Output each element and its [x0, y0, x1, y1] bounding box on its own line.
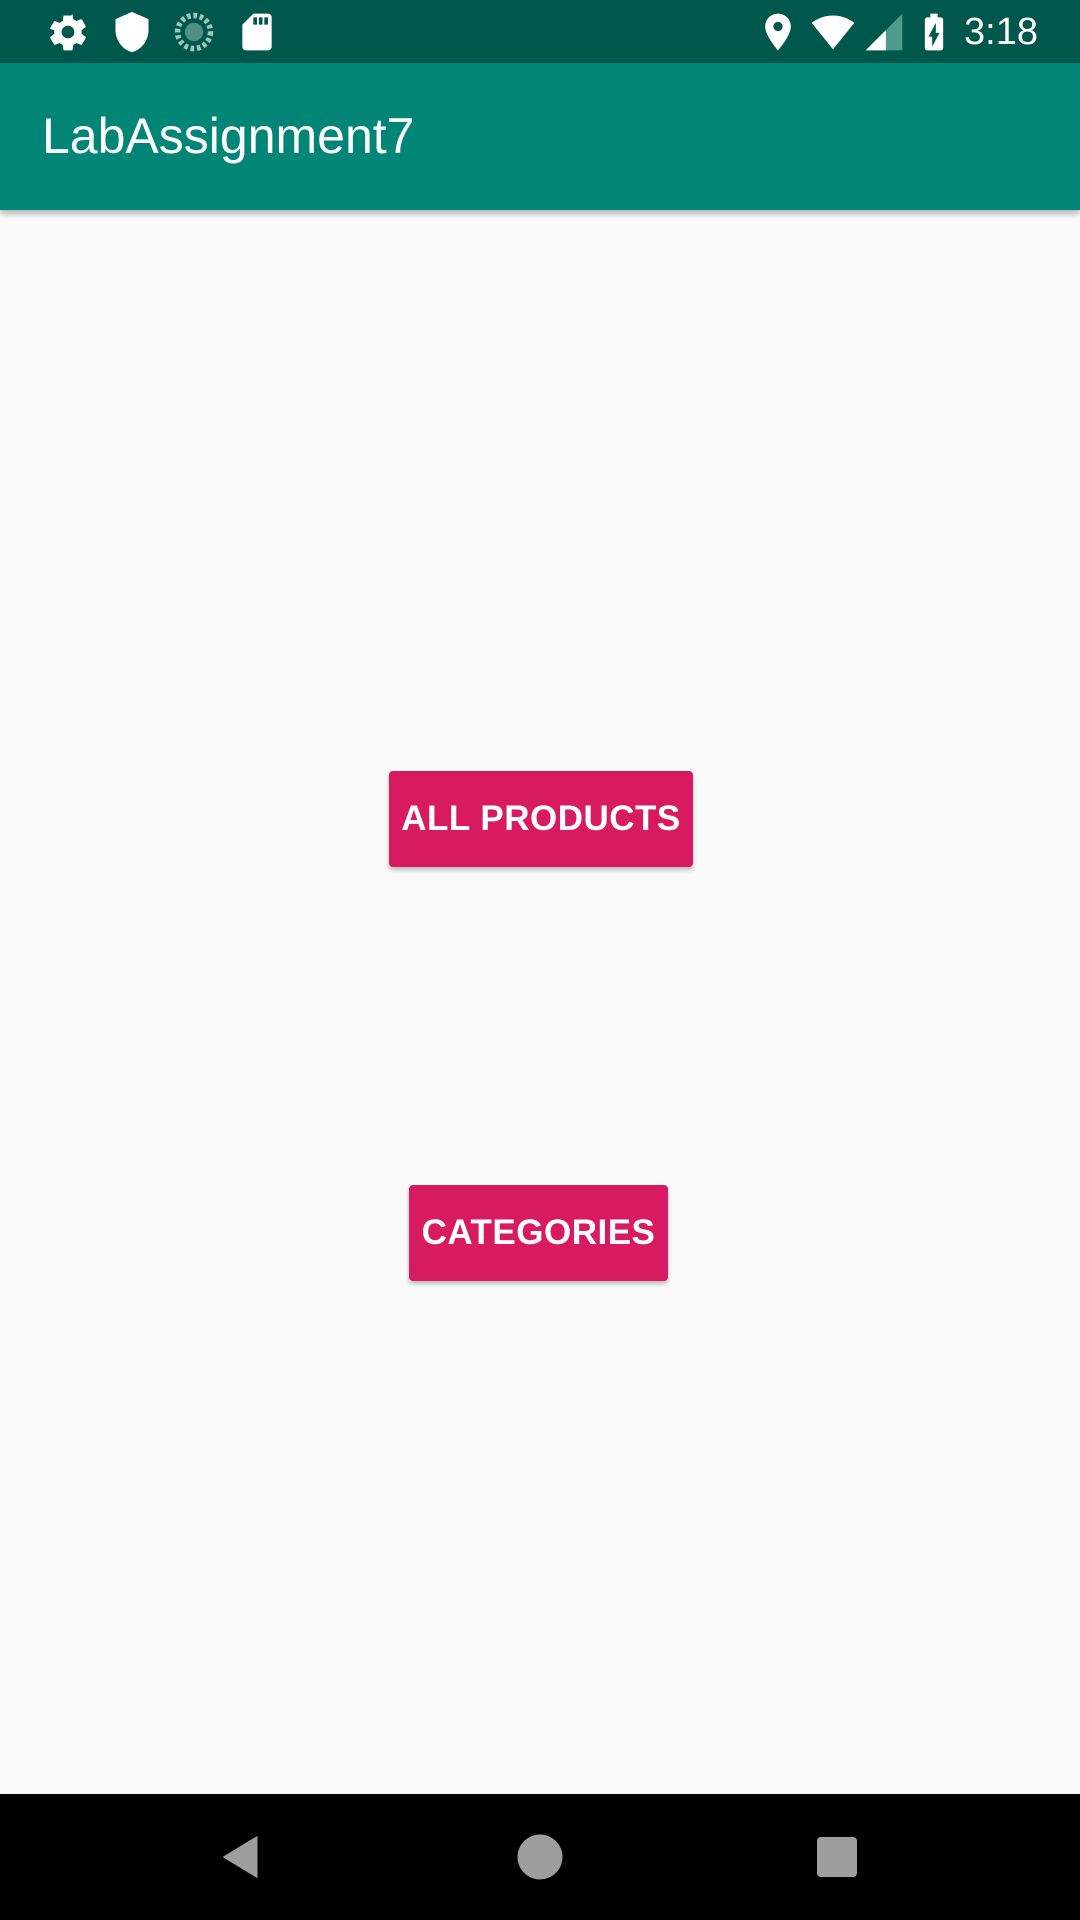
- settings-icon: [50, 14, 86, 51]
- all-products-button[interactable]: ALL PRODUCTS: [389, 771, 693, 867]
- status-time: 3:18: [964, 11, 1038, 53]
- location-icon: [765, 13, 791, 51]
- shield-icon: [115, 11, 149, 53]
- app-bar: LabAssignment7: [0, 63, 1080, 210]
- home-icon[interactable]: [510, 1827, 570, 1887]
- sync-icon: [174, 12, 214, 52]
- status-bar: 3:18: [0, 0, 1080, 63]
- recents-icon[interactable]: [807, 1827, 867, 1887]
- categories-button[interactable]: CATEGORIES: [409, 1185, 668, 1281]
- wifi-icon: [811, 15, 855, 50]
- app-title: LabAssignment7: [42, 108, 415, 164]
- back-icon[interactable]: [210, 1827, 270, 1887]
- battery-charging-icon: [924, 13, 944, 51]
- main-content: ALL PRODUCTS CATEGORIES: [0, 210, 1080, 1794]
- signal-icon: [865, 13, 903, 51]
- sd-card-icon: [242, 13, 272, 51]
- navigation-bar: [0, 1794, 1080, 1920]
